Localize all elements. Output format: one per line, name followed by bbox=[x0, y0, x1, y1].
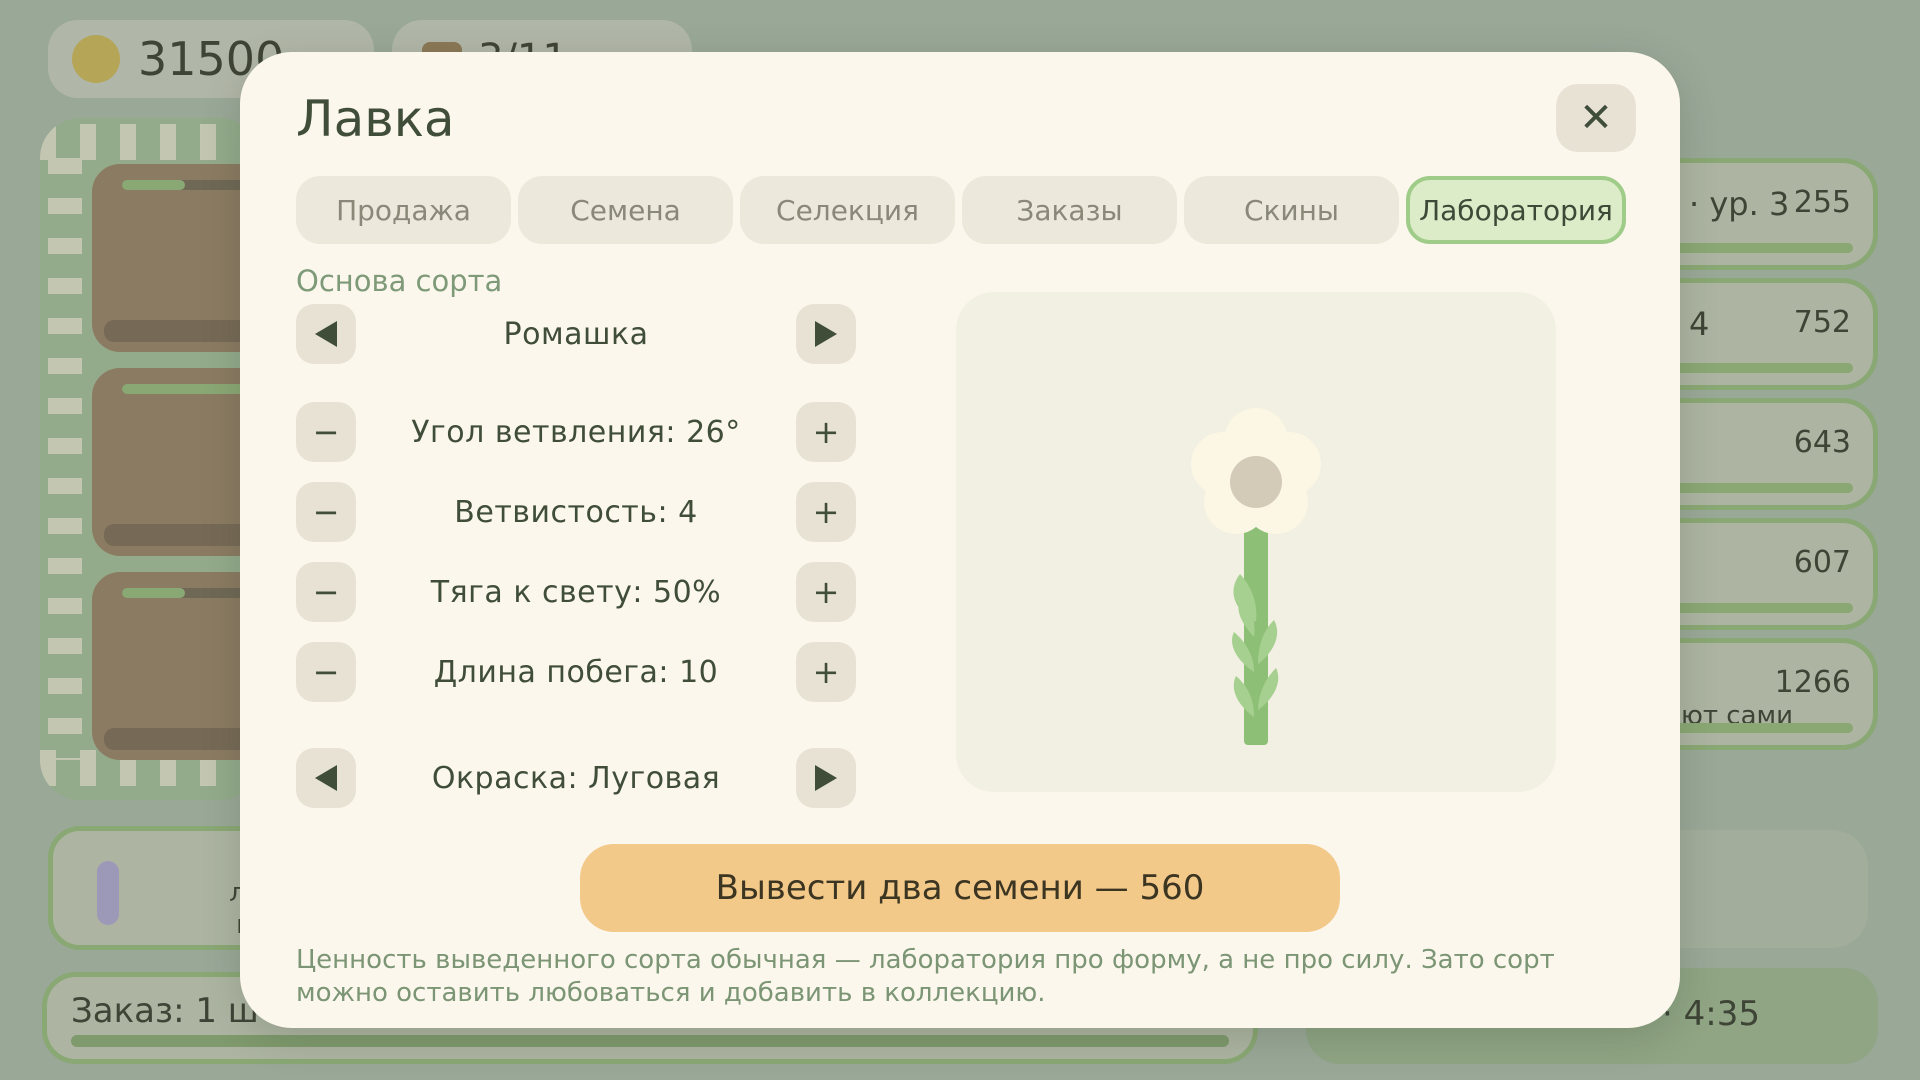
flower-preview bbox=[956, 292, 1556, 792]
tab-orders[interactable]: Заказы bbox=[962, 176, 1177, 244]
increase-angle-button[interactable]: + bbox=[796, 402, 856, 462]
decrease-length-button[interactable]: − bbox=[296, 642, 356, 702]
side-card-value: 255 bbox=[1793, 185, 1851, 220]
side-card-level: · ур. 3 bbox=[1689, 185, 1790, 223]
side-card-value: 643 bbox=[1793, 425, 1851, 460]
decrease-light-button[interactable]: − bbox=[296, 562, 356, 622]
arrow-right-icon bbox=[815, 765, 837, 791]
side-card-level: 4 bbox=[1689, 305, 1710, 343]
increase-branching-button[interactable]: + bbox=[796, 482, 856, 542]
param-row-length: − Длина побега: 10 + bbox=[296, 642, 856, 702]
next-color-button[interactable] bbox=[796, 748, 856, 808]
tab-laboratory[interactable]: Лаборатория bbox=[1406, 176, 1626, 244]
increase-light-button[interactable]: + bbox=[796, 562, 856, 622]
arrow-right-icon bbox=[815, 321, 837, 347]
timer-text: · 4:35 bbox=[1662, 994, 1760, 1034]
fence bbox=[40, 124, 260, 160]
prev-color-button[interactable] bbox=[296, 748, 356, 808]
tab-selection[interactable]: Селекция bbox=[740, 176, 955, 244]
tab-skins[interactable]: Скины bbox=[1184, 176, 1399, 244]
side-card-value: 607 bbox=[1793, 545, 1851, 580]
decrease-branching-button[interactable]: − bbox=[296, 482, 356, 542]
param-row-angle: − Угол ветвления: 26° + bbox=[296, 402, 856, 462]
param-row-light: − Тяга к свету: 50% + bbox=[296, 562, 856, 622]
coin-icon bbox=[72, 35, 120, 83]
color-selector: Окраска: Луговая bbox=[296, 748, 856, 808]
fence bbox=[48, 158, 82, 760]
modal-title: Лавка bbox=[296, 90, 455, 148]
order-progress bbox=[71, 1035, 1229, 1047]
shop-modal: Лавка ✕ Продажа Семена Селекция Заказы С… bbox=[240, 52, 1680, 1028]
tab-seeds[interactable]: Семена bbox=[518, 176, 733, 244]
param-label: Длина побега: 10 bbox=[433, 654, 719, 690]
decrease-angle-button[interactable]: − bbox=[296, 402, 356, 462]
garden-area bbox=[40, 118, 260, 800]
color-name: Окраска: Луговая bbox=[431, 760, 721, 796]
garden-bed[interactable] bbox=[92, 164, 260, 352]
side-card-value: 1266 bbox=[1774, 665, 1851, 700]
close-button[interactable]: ✕ bbox=[1556, 84, 1636, 152]
order-text: Заказ: 1 ш bbox=[71, 991, 259, 1031]
next-base-button[interactable] bbox=[796, 304, 856, 364]
base-name: Ромашка bbox=[503, 316, 649, 352]
section-label: Основа сорта bbox=[296, 264, 503, 298]
side-card-value: 752 bbox=[1793, 305, 1851, 340]
tab-sell[interactable]: Продажа bbox=[296, 176, 511, 244]
flower-preview-icon bbox=[1191, 408, 1321, 745]
param-label: Ветвистость: 4 bbox=[454, 494, 698, 530]
garden-bed[interactable] bbox=[92, 368, 260, 556]
param-label: Угол ветвления: 26° bbox=[411, 414, 741, 450]
breed-button[interactable]: Вывести два семени — 560 bbox=[580, 844, 1340, 932]
param-label: Тяга к свету: 50% bbox=[430, 574, 722, 610]
arrow-left-icon bbox=[315, 321, 337, 347]
arrow-left-icon bbox=[315, 765, 337, 791]
garden-bed[interactable] bbox=[92, 572, 260, 760]
param-row-branching: − Ветвистость: 4 + bbox=[296, 482, 856, 542]
close-icon: ✕ bbox=[1579, 95, 1613, 141]
increase-length-button[interactable]: + bbox=[796, 642, 856, 702]
info-note: Ценность выведенного сорта обычная — лаб… bbox=[296, 945, 1555, 1008]
flower-icon bbox=[97, 861, 119, 925]
tab-bar: Продажа Семена Селекция Заказы Скины Лаб… bbox=[296, 176, 1626, 244]
base-selector: Ромашка bbox=[296, 304, 856, 364]
prev-base-button[interactable] bbox=[296, 304, 356, 364]
